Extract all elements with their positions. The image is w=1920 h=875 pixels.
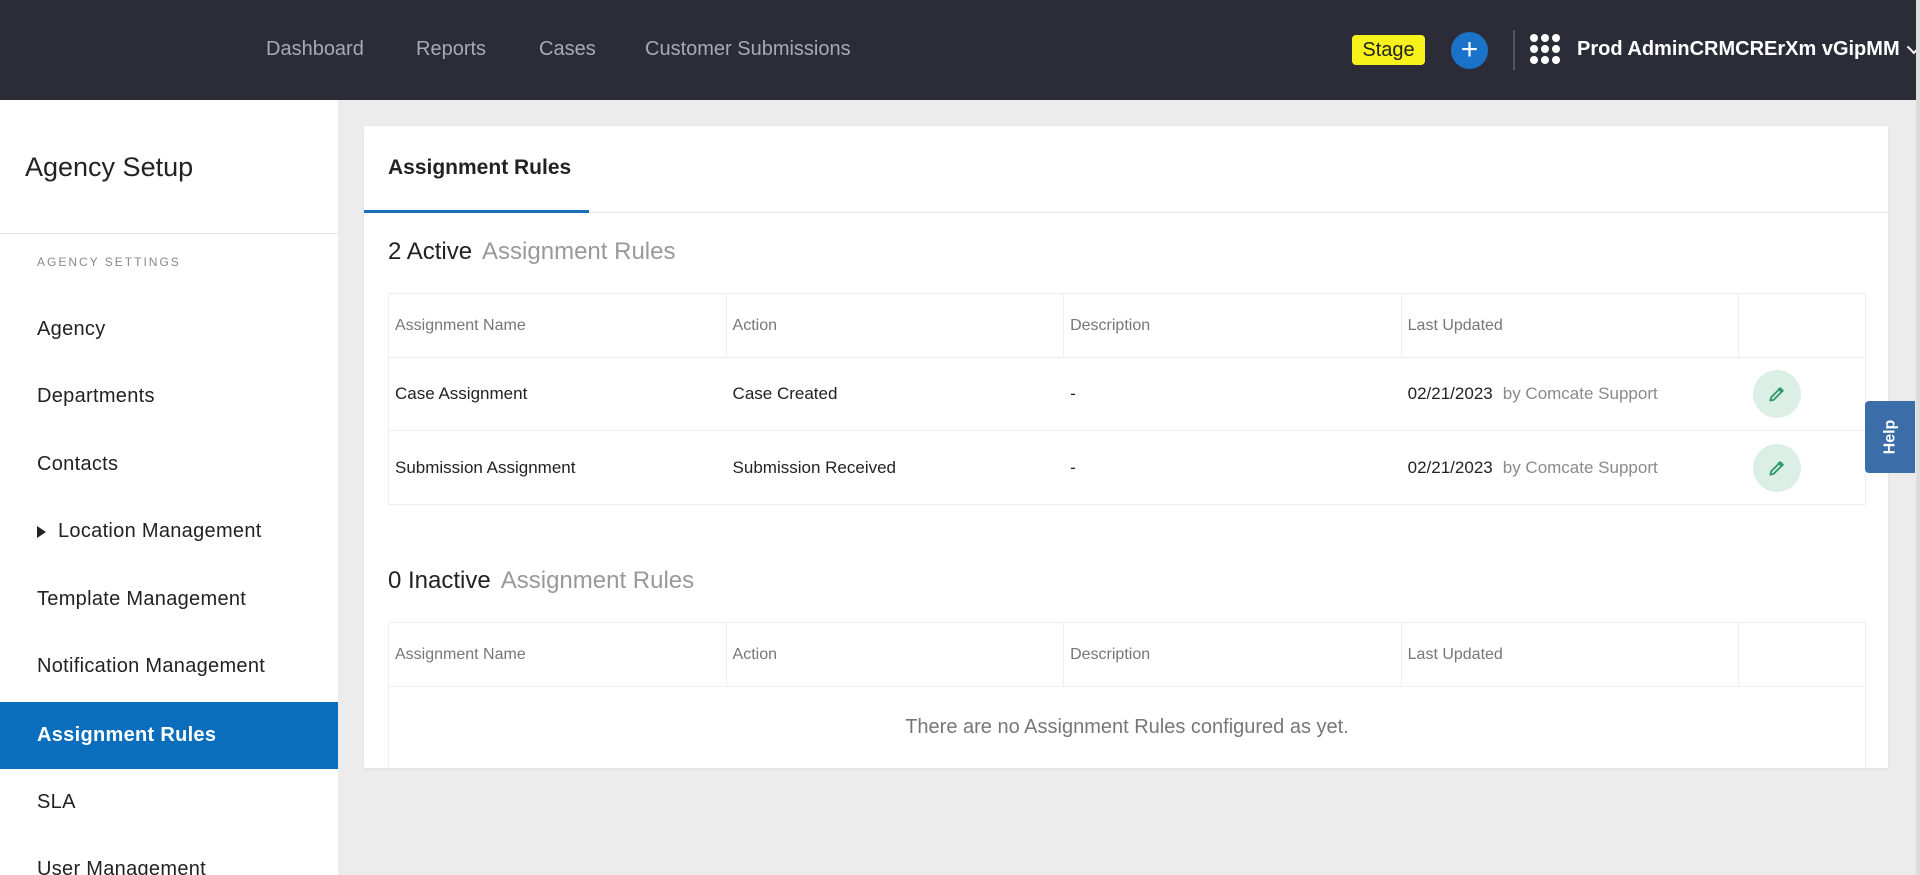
edit-button[interactable] xyxy=(1753,370,1802,418)
help-label: Help xyxy=(1880,419,1898,455)
cell-assignment-name: Case Assignment xyxy=(395,384,528,403)
cell-action: Case Created xyxy=(732,384,838,403)
inactive-rules-table: Assignment Name Action Description Last … xyxy=(388,622,1866,767)
sidebar-item-location-management[interactable]: Location Management xyxy=(0,498,338,565)
cell-description: - xyxy=(1070,457,1076,477)
column-header-action: Action xyxy=(727,623,1065,686)
column-header-assignment-name: Assignment Name xyxy=(389,623,727,686)
last-updated-by: by Comcate Support xyxy=(1502,384,1658,403)
sidebar-item-sla[interactable]: SLA xyxy=(0,769,338,836)
add-button[interactable]: + xyxy=(1451,32,1488,69)
sidebar-title: Agency Setup xyxy=(25,152,194,182)
inactive-sub-label: Assignment Rules xyxy=(500,567,695,594)
caret-right-icon[interactable] xyxy=(37,525,46,538)
nav-customer-submissions[interactable]: Customer Submissions xyxy=(645,38,851,61)
sidebar-item-template-management[interactable]: Template Management xyxy=(0,566,338,633)
column-header-action: Action xyxy=(727,294,1065,357)
assignment-rules-card: Assignment Rules 2 Active Assignment Rule… xyxy=(364,126,1888,768)
sidebar: Agency Setup AGENCY SETTINGS Agency Depa… xyxy=(0,100,338,875)
user-name: Prod AdminCRMCRErXm vGipMM xyxy=(1577,38,1900,60)
nav-reports[interactable]: Reports xyxy=(416,38,486,61)
column-header-description: Description xyxy=(1064,294,1402,357)
environment-badge: Stage xyxy=(1352,35,1425,65)
column-header-actions xyxy=(1739,294,1865,357)
column-header-assignment-name: Assignment Name xyxy=(389,294,727,357)
active-rules-heading: 2 Active Assignment Rules xyxy=(388,238,675,266)
sidebar-item-user-management[interactable]: User Management xyxy=(0,836,338,875)
column-header-last-updated: Last Updated xyxy=(1402,294,1740,357)
scrollbar[interactable] xyxy=(1916,0,1920,875)
user-menu[interactable]: Prod AdminCRMCRErXm vGipMM xyxy=(1577,38,1920,61)
column-header-actions xyxy=(1739,623,1865,686)
cell-description: - xyxy=(1070,384,1076,403)
sidebar-item-notification-management[interactable]: Notification Management xyxy=(0,633,338,700)
inactive-count: 0 Inactive xyxy=(388,567,491,594)
cell-last-updated: 02/21/2023 by Comcate Support xyxy=(1402,458,1740,478)
divider xyxy=(0,233,338,234)
divider xyxy=(1513,30,1515,70)
inactive-rules-heading: 0 Inactive Assignment Rules xyxy=(388,567,694,595)
pencil-icon xyxy=(1769,387,1784,402)
tab-assignment-rules[interactable]: Assignment Rules xyxy=(388,156,571,180)
active-sub-label: Assignment Rules xyxy=(482,238,676,265)
cell-assignment-name: Submission Assignment xyxy=(395,457,576,477)
grid-dots-icon[interactable] xyxy=(1530,34,1560,64)
edit-button[interactable] xyxy=(1753,443,1802,492)
sidebar-item-contacts[interactable]: Contacts xyxy=(0,431,338,498)
sidebar-item-assignment-rules[interactable]: Assignment Rules xyxy=(0,702,338,769)
divider xyxy=(364,212,1888,213)
last-updated-by: by Comcate Support xyxy=(1502,457,1658,477)
column-header-last-updated: Last Updated xyxy=(1402,623,1740,686)
cell-actions xyxy=(1739,443,1865,492)
cell-last-updated: 02/21/2023 by Comcate Support xyxy=(1402,384,1740,404)
nav-cases[interactable]: Cases xyxy=(539,38,596,61)
table-row: Case Assignment Case Created - 02/21/202… xyxy=(389,358,1865,431)
table-row: Submission Assignment Submission Receive… xyxy=(389,431,1865,504)
nav-dashboard[interactable]: Dashboard xyxy=(266,38,364,61)
empty-state-message: There are no Assignment Rules configured… xyxy=(905,716,1349,738)
last-updated-date: 02/21/2023 xyxy=(1407,457,1493,477)
sidebar-section-label: AGENCY SETTINGS xyxy=(37,255,181,269)
top-navigation-bar: Dashboard Reports Cases Customer Submiss… xyxy=(0,0,1920,100)
cell-actions xyxy=(1739,370,1865,418)
active-tab-indicator xyxy=(364,210,589,213)
sidebar-item-agency[interactable]: Agency xyxy=(0,296,338,363)
table-header: Assignment Name Action Description Last … xyxy=(389,294,1865,358)
pencil-icon xyxy=(1769,460,1784,476)
plus-icon: + xyxy=(1460,33,1479,66)
sidebar-item-departments[interactable]: Departments xyxy=(0,363,338,430)
column-header-description: Description xyxy=(1064,623,1402,686)
help-button[interactable]: Help xyxy=(1865,401,1915,473)
last-updated-date: 02/21/2023 xyxy=(1407,384,1493,403)
table-header: Assignment Name Action Description Last … xyxy=(389,623,1865,687)
active-count: 2 Active xyxy=(388,238,473,265)
cell-action: Submission Received xyxy=(732,457,897,477)
active-rules-table: Assignment Name Action Description Last … xyxy=(388,293,1866,505)
